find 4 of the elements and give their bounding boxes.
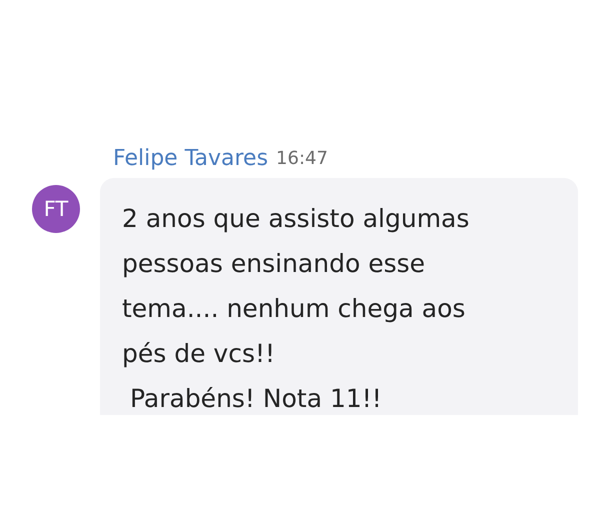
- avatar[interactable]: FT: [32, 185, 80, 233]
- message-time: 16:47: [276, 148, 328, 168]
- author-name: Felipe Tavares: [113, 146, 268, 170]
- message-text: 2 anos que assisto algumas pessoas ensinando esse tema.... nenhum chega aos pés de vcs!! Parabéns! Nota 11!!: [122, 203, 470, 415]
